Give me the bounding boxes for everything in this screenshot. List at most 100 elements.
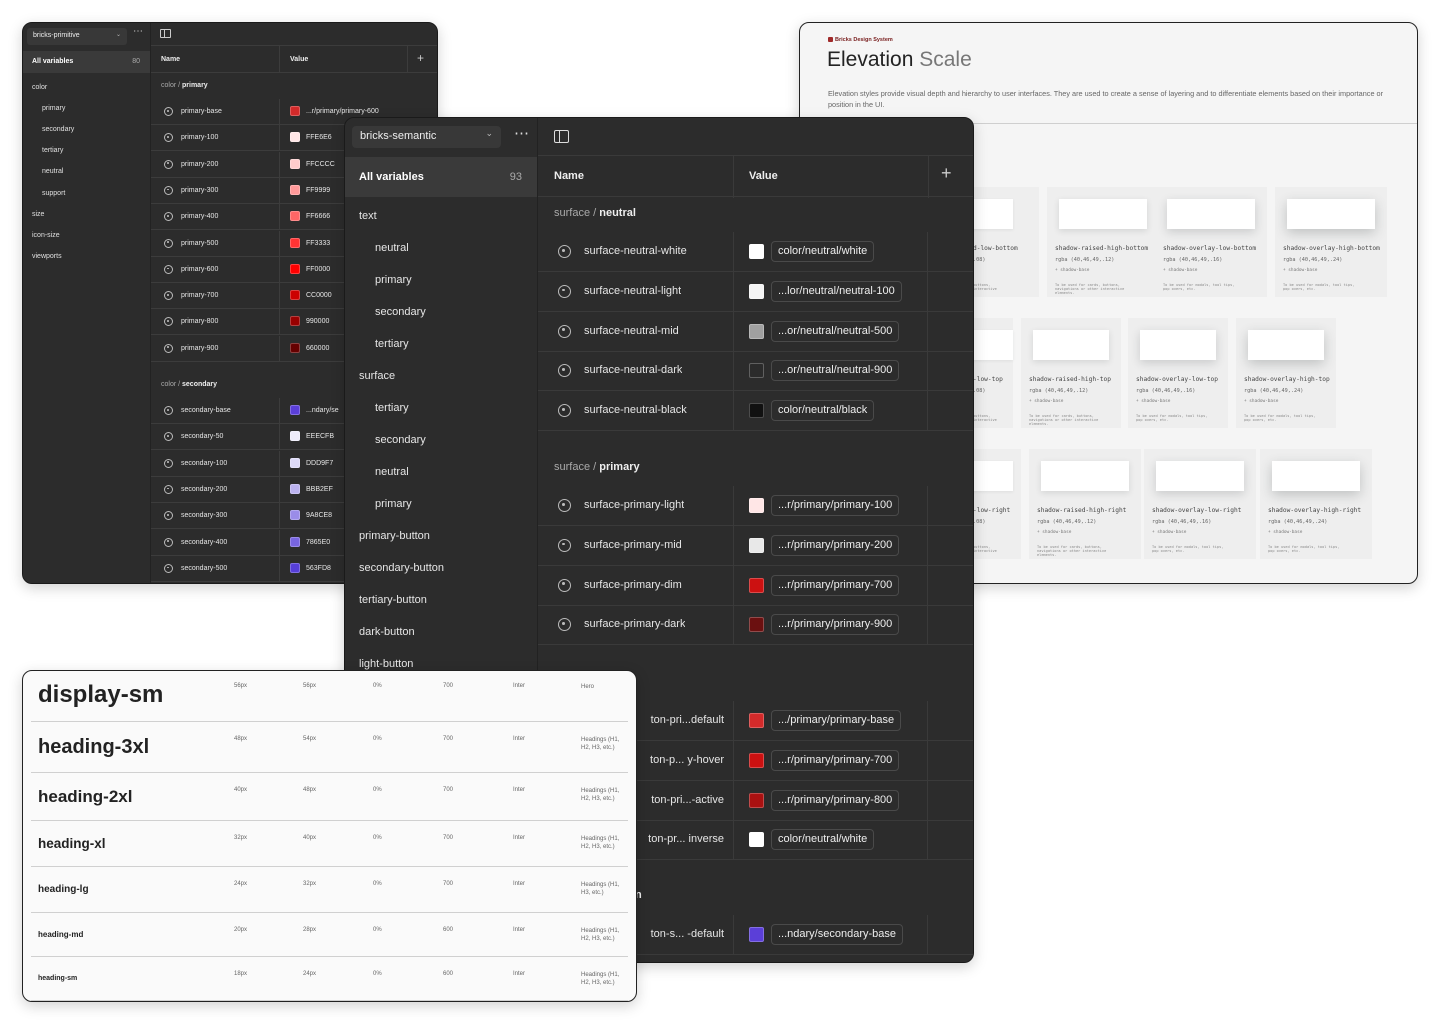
type-size: 40px xyxy=(234,787,248,793)
value-cell[interactable]: ...r/primary/primary-700 xyxy=(733,565,928,606)
sidebar-item-icon-size[interactable]: icon-size xyxy=(32,232,60,239)
sidebar-item-tertiary[interactable]: tertiary xyxy=(42,147,63,154)
value-cell[interactable]: ...r/primary/primary-200 xyxy=(733,525,928,566)
add-variable-icon[interactable]: + xyxy=(417,51,424,65)
value-cell[interactable]: ...ndary/secondary-base xyxy=(733,915,928,955)
variable-name: primary-base xyxy=(181,108,222,115)
sidebar-item-support[interactable]: support xyxy=(42,190,65,197)
value-cell[interactable]: ...or/neutral/neutral-900 xyxy=(733,351,928,392)
add-variable-icon[interactable]: + xyxy=(941,163,952,184)
shadow-rgba: rgba (40,46,49,.24) xyxy=(1283,257,1343,263)
sidebar-item-neutral[interactable]: neutral xyxy=(375,466,409,478)
variable-row[interactable]: surface-primary-dark ...r/primary/primary… xyxy=(538,605,973,646)
shadow-base: + shadow-base xyxy=(1136,399,1171,404)
table-header: Name Value + xyxy=(538,155,973,198)
variable-alias-chip: ...lor/neutral/neutral-100 xyxy=(771,280,902,302)
sidebar-item-tertiary-button[interactable]: tertiary-button xyxy=(359,594,427,606)
typography-row: heading-md 20px 28px 0% 600 Inter Headings (H1… xyxy=(31,913,628,957)
type-usage: Headings (H1, H2, H3, etc.) xyxy=(581,972,620,986)
sidebar-item-light-button[interactable]: light-button xyxy=(359,658,413,670)
sidebar-item-dark-button[interactable]: dark-button xyxy=(359,626,415,638)
shadow-name: shadow-raised-high-top xyxy=(1029,376,1111,383)
shadow-rgba: .08) xyxy=(973,257,986,263)
sidebar-item-text[interactable]: text xyxy=(359,210,377,222)
variable-row[interactable]: surface-neutral-mid ...or/neutral/neutral… xyxy=(538,311,973,352)
variable-row[interactable]: surface-primary-mid ...r/primary/primary-… xyxy=(538,525,973,566)
value-cell[interactable]: color/neutral/white xyxy=(733,820,928,861)
sidebar-item-tertiary[interactable]: tertiary xyxy=(375,338,409,350)
sidebar-item-secondary[interactable]: secondary xyxy=(375,434,426,446)
more-options-icon[interactable]: ⋯ xyxy=(133,26,143,37)
variable-row[interactable]: surface-neutral-light ...lor/neutral/neut… xyxy=(538,271,973,312)
variable-row[interactable]: surface-neutral-dark ...or/neutral/neutra… xyxy=(538,351,973,392)
shadow-rgba: rgba (40,46,49,.12) xyxy=(1037,519,1097,525)
shadow-base: + shadow-base xyxy=(1268,530,1303,535)
sidebar-item-neutral[interactable]: neutral xyxy=(42,168,63,175)
sidebar-item-color[interactable]: color xyxy=(32,84,47,91)
elevation-card: shadow-raised-high-bottom rgba (40,46,49,… xyxy=(1047,187,1159,297)
variable-alias-chip: color/neutral/black xyxy=(771,400,875,422)
palette-icon xyxy=(558,245,571,258)
sidebar-item-primary-button[interactable]: primary-button xyxy=(359,530,430,542)
sidebar-item-surface[interactable]: surface xyxy=(359,370,395,382)
variable-alias-chip: ...r/primary/primary-100 xyxy=(771,495,900,516)
variable-name: surface-primary-dark xyxy=(584,618,686,631)
variable-row[interactable]: surface-neutral-white color/neutral/white xyxy=(538,232,973,272)
type-tracking: 0% xyxy=(373,971,382,977)
color-swatch xyxy=(290,316,300,327)
sidebar-item-secondary[interactable]: secondary xyxy=(42,126,74,133)
variable-row[interactable]: surface-neutral-black color/neutral/black xyxy=(538,391,973,432)
type-weight: 700 xyxy=(443,787,454,793)
type-size: 48px xyxy=(234,736,248,742)
variable-alias-chip: ...or/neutral/neutral-500 xyxy=(771,320,900,342)
type-weight: 700 xyxy=(443,736,454,742)
variable-row[interactable]: surface-primary-light ...r/primary/primar… xyxy=(538,486,973,526)
variable-name: surface-neutral-light xyxy=(584,284,682,297)
value-cell[interactable]: color/neutral/white xyxy=(733,232,928,272)
sidebar-item-primary[interactable]: primary xyxy=(375,274,412,286)
type-font: Inter xyxy=(513,881,526,887)
palette-icon xyxy=(558,284,571,298)
color-swatch xyxy=(290,184,300,195)
shadow-rgba: rgba (40,46,49,.24) xyxy=(1244,388,1304,394)
more-options-icon[interactable]: ⋯ xyxy=(514,124,529,142)
value-cell[interactable]: ...lor/neutral/neutral-100 xyxy=(733,271,928,312)
variable-row[interactable]: surface-primary-dim ...r/primary/primary-… xyxy=(538,565,973,606)
elevation-preview xyxy=(1272,461,1360,491)
value-cell[interactable]: ...r/primary/primary-900 xyxy=(733,605,928,646)
shadow-name: shadow-overlay-high-top xyxy=(1244,376,1330,383)
value-cell[interactable]: .../primary/primary-base xyxy=(733,701,928,741)
variable-value: BBB2EF xyxy=(306,485,333,493)
palette-icon xyxy=(164,343,173,353)
sidebar-toggle-icon[interactable] xyxy=(554,130,569,143)
palette-icon xyxy=(558,499,571,512)
value-cell[interactable]: ...r/primary/primary-800 xyxy=(733,780,928,821)
sidebar-item-tertiary[interactable]: tertiary xyxy=(375,402,409,414)
value-cell[interactable]: ...r/primary/primary-100 xyxy=(733,486,928,526)
sidebar-item-primary[interactable]: primary xyxy=(375,498,412,510)
color-swatch xyxy=(749,927,764,942)
all-variables-item[interactable]: All variables 93 xyxy=(345,157,537,197)
color-swatch xyxy=(749,403,764,419)
sidebar-item-viewports[interactable]: viewports xyxy=(32,253,62,260)
value-cell[interactable]: color/neutral/black xyxy=(733,391,928,432)
all-variables-item[interactable]: All variables 80 xyxy=(23,51,150,73)
elevation-card: -low-top .08) buttons, interactive xyxy=(931,318,1013,428)
collection-dropdown[interactable]: bricks-semantic ⌄ xyxy=(352,126,501,148)
color-swatch xyxy=(290,132,300,143)
sidebar-toggle-icon[interactable] xyxy=(160,29,171,38)
value-cell[interactable]: ...or/neutral/neutral-500 xyxy=(733,311,928,352)
value-cell[interactable]: ...r/primary/primary-700 xyxy=(733,740,928,781)
palette-icon xyxy=(558,364,571,378)
shadow-name: shadow-overlay-high-right xyxy=(1268,507,1362,514)
sidebar-item-secondary-button[interactable]: secondary-button xyxy=(359,562,444,574)
primitive-sidebar: bricks-primitive ⌄ ⋯ All variables 80 co… xyxy=(23,23,151,583)
variable-name: secondary-base xyxy=(181,407,231,414)
sidebar-item-primary[interactable]: primary xyxy=(42,105,65,112)
sidebar-item-size[interactable]: size xyxy=(32,211,44,218)
color-swatch xyxy=(290,536,300,547)
collection-dropdown[interactable]: bricks-primitive ⌄ xyxy=(27,28,127,45)
sidebar-item-secondary[interactable]: secondary xyxy=(375,306,426,318)
sidebar-item-neutral[interactable]: neutral xyxy=(375,242,409,254)
elevation-card: -low-right .08) buttons, interactive xyxy=(931,449,1021,559)
